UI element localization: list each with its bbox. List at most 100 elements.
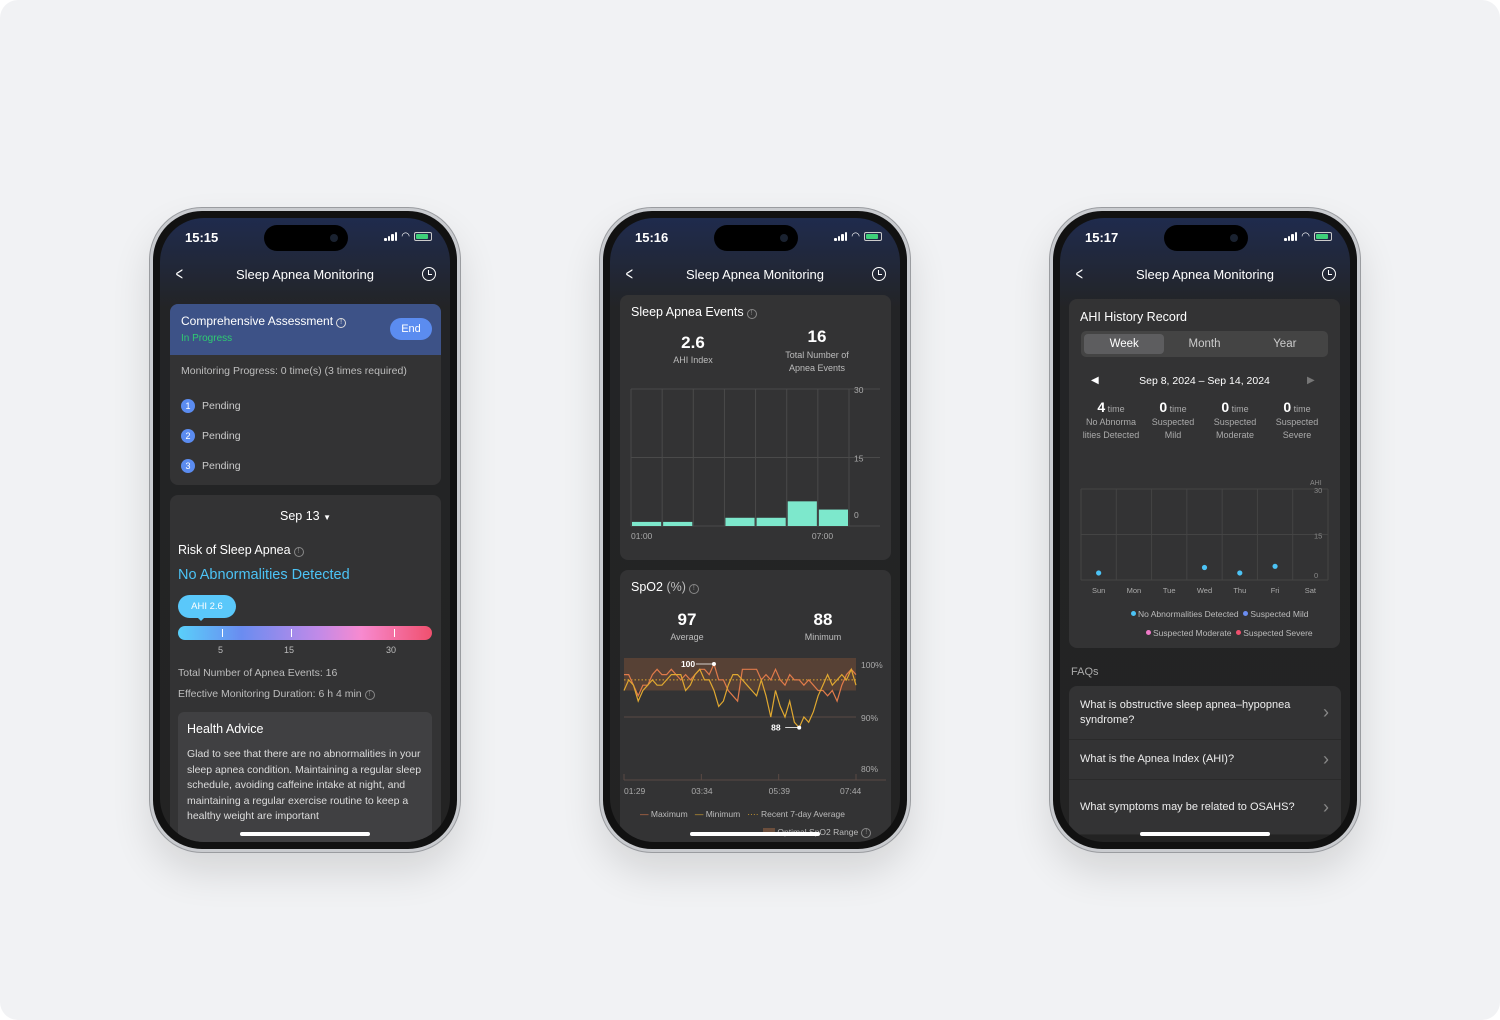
home-indicator[interactable] bbox=[690, 832, 820, 836]
info-icon[interactable]: ! bbox=[861, 828, 872, 838]
y-tick-label: 80% bbox=[861, 764, 878, 774]
bar bbox=[818, 509, 848, 526]
status-icons: ◠ bbox=[384, 231, 432, 242]
step-item: 2 Pending bbox=[181, 421, 241, 451]
ahi-badge: AHI 2.6 bbox=[178, 595, 236, 618]
y-tick-label: 100% bbox=[861, 660, 883, 670]
status-time: 15:17 bbox=[1085, 230, 1119, 245]
history-clock-icon[interactable] bbox=[422, 267, 436, 281]
dynamic-island bbox=[264, 225, 348, 251]
tick bbox=[291, 629, 292, 637]
date-label: Sep 13 bbox=[279, 509, 320, 523]
risk-card: Sep 13 ▼ Risk of Sleep Apnea! No Abnorma… bbox=[170, 495, 441, 842]
phone-3: 15:17 ◠ < Sleep Apnea Monitoring AHI His… bbox=[1050, 208, 1360, 852]
screen-events: 15:16 ◠ < Sleep Apnea Monitoring Sleep A… bbox=[610, 218, 900, 842]
assessment-card: Comprehensive Assessment! In Progress En… bbox=[170, 304, 441, 485]
screen-assessment: 15:15 ◠ < Sleep Apnea Monitoring Compreh… bbox=[160, 218, 450, 842]
total-label: Total Number of Apnea Events bbox=[785, 350, 849, 373]
events-title-text: Sleep Apnea Events bbox=[631, 305, 744, 319]
bar bbox=[663, 521, 693, 526]
legend-severe: Suspected Severe bbox=[1243, 628, 1313, 638]
data-point bbox=[1237, 570, 1243, 576]
battery-icon bbox=[864, 232, 882, 241]
tab-month[interactable]: Month bbox=[1164, 334, 1244, 354]
dynamic-island bbox=[714, 225, 798, 251]
page-title: Sleep Apnea Monitoring bbox=[235, 267, 375, 282]
phone-1: 15:15 ◠ < Sleep Apnea Monitoring Compreh… bbox=[150, 208, 460, 852]
x-tick-label: Fri bbox=[1271, 586, 1280, 595]
legend-dot bbox=[1236, 630, 1242, 635]
avg-value: 97 bbox=[677, 610, 697, 629]
risk-result: No Abnormalities Detected bbox=[178, 567, 350, 583]
date-selector[interactable]: Sep 13 ▼ bbox=[170, 509, 441, 523]
step-number: 2 bbox=[181, 429, 195, 443]
date-range: Sep 8, 2024 – Sep 14, 2024 bbox=[1139, 375, 1270, 387]
x-tick-label: Mon bbox=[1127, 586, 1142, 595]
steps-list: 1 Pending 2 Pending 3 Pending bbox=[181, 391, 241, 481]
y-tick-label: 90% bbox=[861, 713, 878, 723]
wifi-icon: ◠ bbox=[1301, 231, 1310, 242]
x-tick-label: 01:00 bbox=[631, 531, 653, 541]
x-tick-label: 07:44 bbox=[840, 786, 862, 796]
info-icon[interactable]: ! bbox=[336, 318, 347, 328]
ahi-legend-row-2: Suspected Moderate Suspected Severe bbox=[1146, 628, 1313, 638]
bar bbox=[725, 517, 755, 526]
page-title: Sleep Apnea Monitoring bbox=[685, 267, 825, 282]
legend-max-swatch: — bbox=[640, 809, 649, 819]
assessment-header: Comprehensive Assessment! In Progress En… bbox=[170, 304, 441, 355]
stat-mild: 0 time Suspected Mild bbox=[1151, 399, 1195, 440]
events-title: Sleep Apnea Events! bbox=[631, 305, 757, 319]
legend-min: Minimum bbox=[705, 809, 741, 819]
total-events: Total Number of Apnea Events: 16 bbox=[178, 667, 338, 679]
total-value: 16 bbox=[807, 327, 827, 346]
spo2-title: SpO2 (%)! bbox=[631, 580, 699, 594]
ahi-value: 2.6 bbox=[681, 333, 705, 352]
end-button[interactable]: End bbox=[390, 318, 432, 340]
history-clock-icon[interactable] bbox=[872, 267, 886, 281]
status-icons: ◠ bbox=[1284, 231, 1332, 242]
bar bbox=[787, 501, 817, 526]
legend-avg: Recent 7-day Average bbox=[760, 809, 845, 819]
tab-year[interactable]: Year bbox=[1245, 334, 1325, 354]
info-icon[interactable]: ! bbox=[364, 690, 375, 700]
risk-title-text: Risk of Sleep Apnea bbox=[178, 543, 291, 557]
min-annotation: 88 bbox=[771, 723, 781, 733]
faq-title: FAQs bbox=[1071, 666, 1099, 678]
info-icon[interactable]: ! bbox=[688, 584, 699, 594]
monitoring-progress: Monitoring Progress: 0 time(s) (3 times … bbox=[181, 365, 407, 377]
stat-none: 4 time No Abnorma lities Detected bbox=[1082, 399, 1140, 440]
faq-item[interactable]: What is the Apnea Index (AHI)? bbox=[1069, 740, 1341, 780]
health-advice-box: Health Advice Glad to see that there are… bbox=[178, 712, 432, 842]
assessment-title-text: Comprehensive Assessment bbox=[181, 314, 334, 328]
y-tick-label: 30 bbox=[854, 385, 864, 395]
min-marker bbox=[797, 725, 802, 730]
assessment-title: Comprehensive Assessment! bbox=[181, 314, 347, 328]
x-tick-label: Sat bbox=[1305, 586, 1317, 595]
status-time: 15:15 bbox=[185, 230, 219, 245]
health-advice-text: Glad to see that there are no abnormalit… bbox=[187, 748, 422, 822]
next-week-icon[interactable]: ▶ bbox=[1307, 375, 1315, 386]
home-indicator[interactable] bbox=[1140, 832, 1270, 836]
history-title: AHI History Record bbox=[1080, 310, 1187, 324]
faq-item[interactable]: What symptoms may be related to OSAHS? bbox=[1069, 780, 1341, 835]
health-advice-title: Health Advice bbox=[187, 722, 264, 736]
x-tick-label: 07:00 bbox=[812, 531, 834, 541]
ahi-scale-bar bbox=[178, 626, 432, 640]
faq-item[interactable]: What is obstructive sleep apnea–hypopnea… bbox=[1069, 686, 1341, 740]
info-icon[interactable]: ! bbox=[293, 547, 304, 557]
min-stat: 88 Minimum bbox=[783, 610, 863, 642]
stat-severe: 0 time Suspected Severe bbox=[1275, 399, 1319, 440]
risk-title: Risk of Sleep Apnea! bbox=[178, 543, 304, 557]
info-icon[interactable]: ! bbox=[746, 309, 757, 319]
home-indicator[interactable] bbox=[240, 832, 370, 836]
signal-icon bbox=[834, 232, 848, 241]
x-tick-label: Tue bbox=[1163, 586, 1176, 595]
bar bbox=[756, 517, 786, 526]
x-tick-label: 03:34 bbox=[691, 786, 713, 796]
history-clock-icon[interactable] bbox=[1322, 267, 1336, 281]
scale-tick-label: 30 bbox=[386, 645, 397, 655]
min-label: Minimum bbox=[804, 632, 842, 642]
x-tick-label: Thu bbox=[1233, 586, 1246, 595]
tab-week[interactable]: Week bbox=[1084, 334, 1165, 354]
data-point bbox=[1096, 570, 1102, 576]
